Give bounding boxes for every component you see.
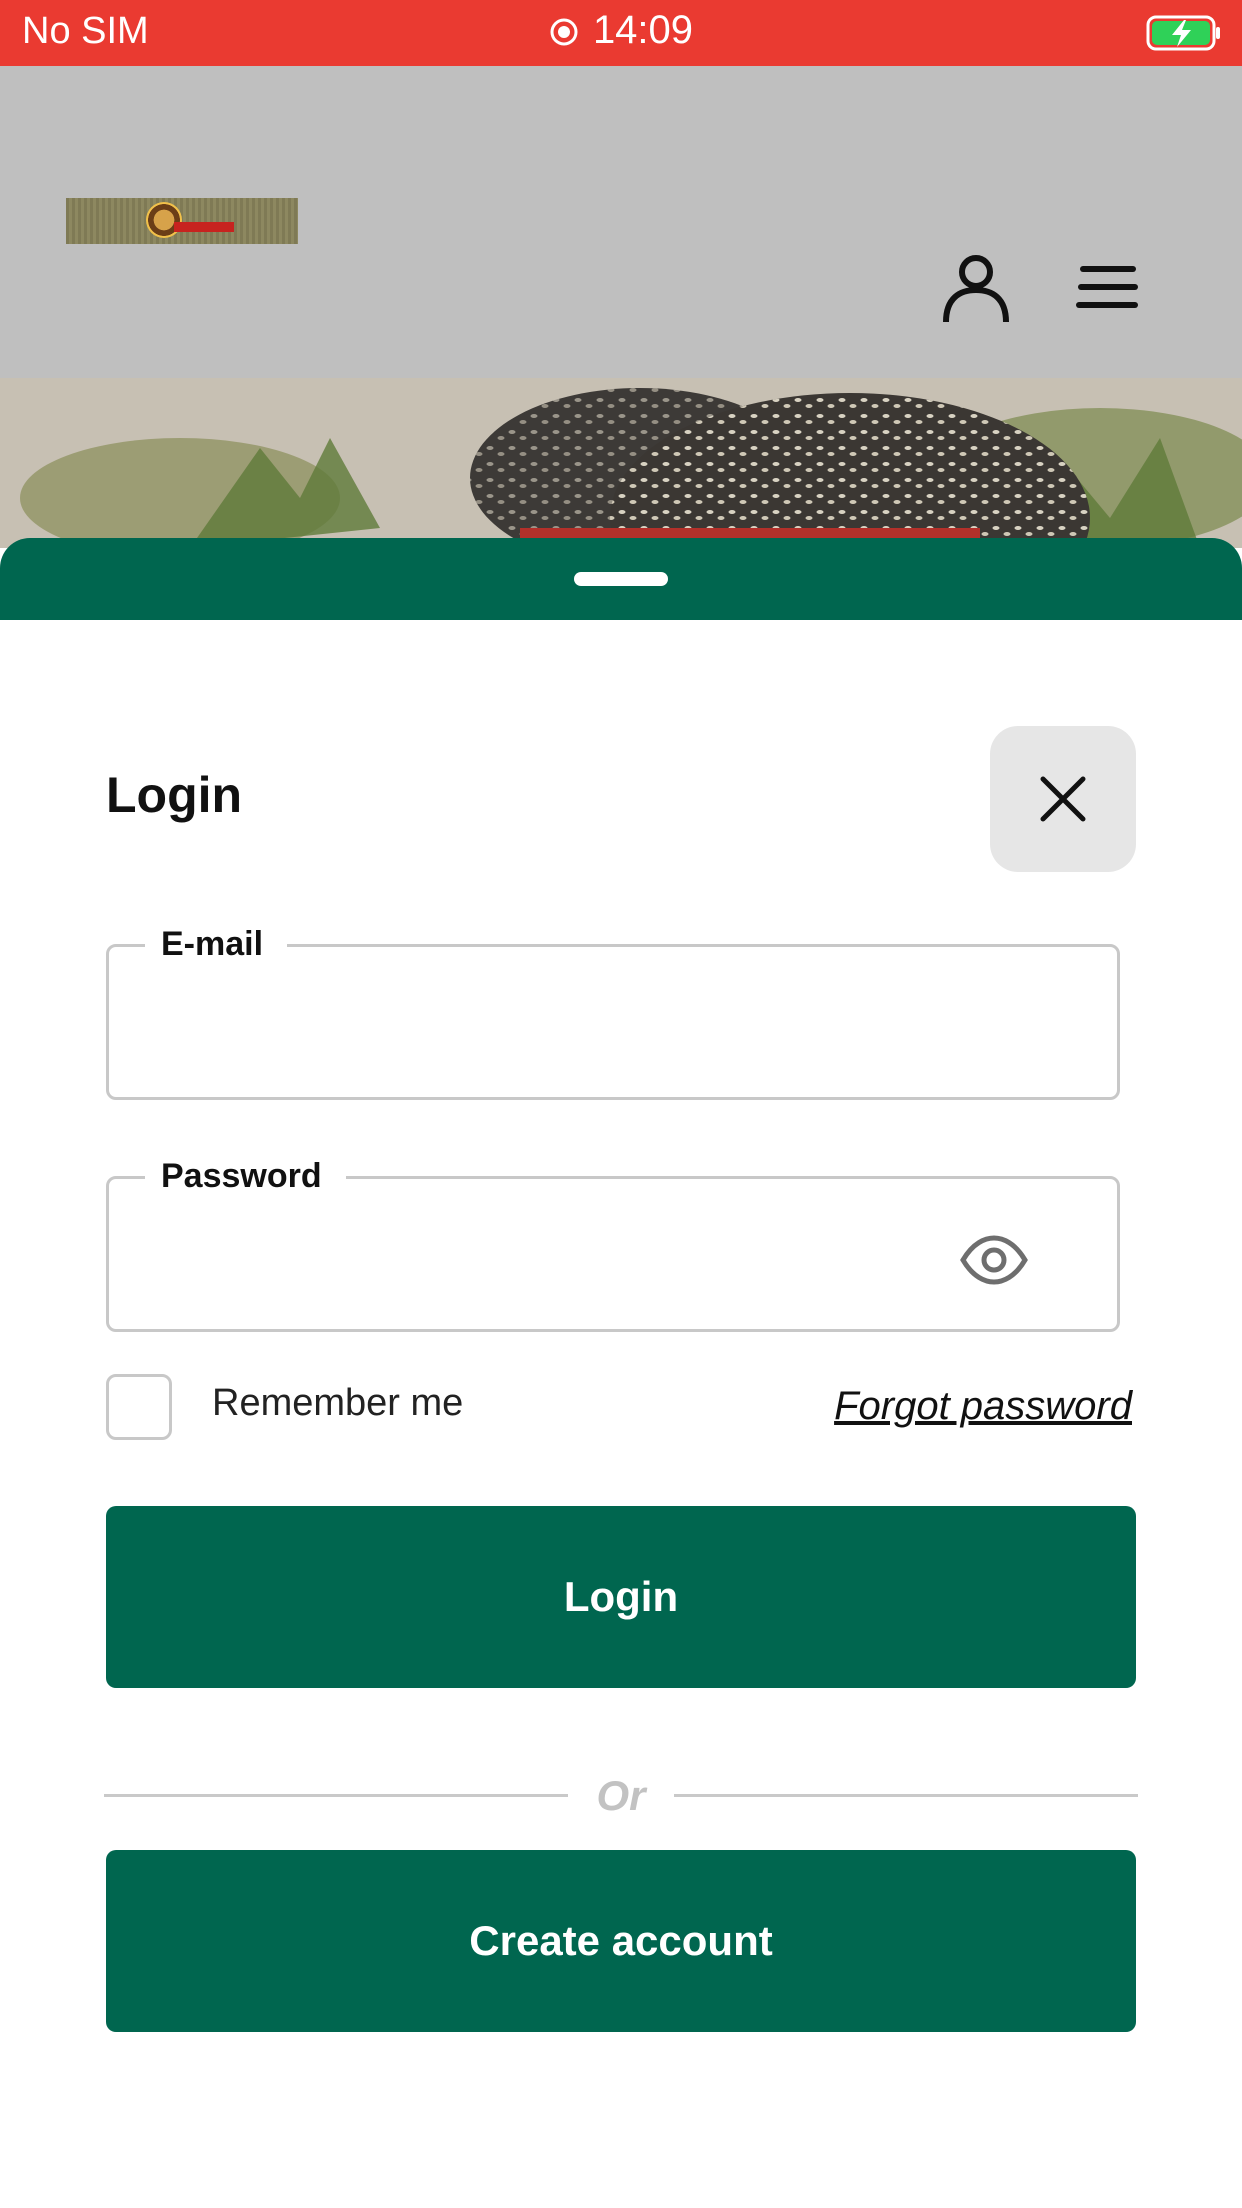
close-button[interactable] — [990, 726, 1136, 872]
eye-icon[interactable] — [959, 1235, 1029, 1285]
hero-image — [0, 378, 1242, 548]
login-sheet: Login E-mail Password Remember me Forgot… — [0, 620, 1242, 2208]
hamburger-menu-icon[interactable] — [1076, 262, 1140, 314]
status-bar: No SIM 14:09 — [0, 0, 1242, 66]
status-time-group: 14:09 — [0, 8, 1242, 53]
login-title: Login — [106, 767, 243, 823]
battery-charging-icon — [1146, 15, 1220, 51]
app-header — [0, 66, 1242, 380]
logo-ribbon — [174, 222, 234, 232]
password-label: Password — [145, 1153, 346, 1199]
restaurant-logo[interactable] — [66, 198, 298, 244]
forgot-password-link[interactable]: Forgot password — [834, 1384, 1132, 1429]
divider-line-right — [674, 1794, 1138, 1797]
password-field[interactable] — [139, 1219, 1023, 1291]
email-label: E-mail — [145, 921, 288, 967]
email-field-container: E-mail — [106, 921, 1120, 1100]
email-field[interactable] — [139, 987, 1023, 1059]
close-icon — [1040, 776, 1086, 822]
remember-me-label[interactable]: Remember me — [212, 1382, 463, 1425]
status-time: 14:09 — [592, 8, 694, 52]
logo-badge-icon — [146, 202, 182, 238]
recording-icon — [550, 18, 578, 46]
bottom-sheet-header — [0, 538, 1242, 620]
burger-photo — [0, 378, 1242, 548]
password-field-container: Password — [106, 1153, 1120, 1332]
sheet-drag-handle[interactable] — [574, 572, 668, 586]
user-icon[interactable] — [940, 252, 1012, 324]
remember-me-checkbox[interactable] — [106, 1374, 172, 1440]
or-divider: Or — [104, 1772, 1138, 1832]
login-button[interactable]: Login — [106, 1506, 1136, 1688]
create-account-button[interactable]: Create account — [106, 1850, 1136, 2032]
